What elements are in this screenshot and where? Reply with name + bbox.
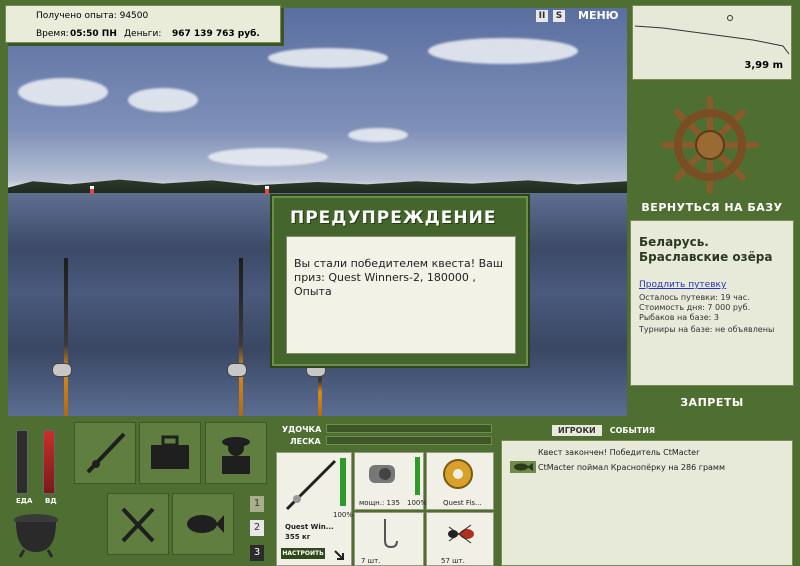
ship-wheel-icon[interactable] bbox=[660, 95, 760, 195]
fisherman-icon bbox=[222, 437, 250, 474]
cloud bbox=[428, 38, 578, 64]
reel-1 bbox=[52, 363, 72, 377]
line-slot[interactable]: Quest Fis... bbox=[426, 452, 494, 510]
line-name: Quest Fis... bbox=[443, 499, 482, 507]
vodka-bar bbox=[43, 430, 55, 494]
fishing-line-spool-icon bbox=[443, 459, 473, 489]
arrow-icon bbox=[334, 550, 344, 560]
fork-knife-icon bbox=[121, 507, 155, 543]
food-bar bbox=[16, 430, 28, 494]
dialog-message: Вы стали победителем квеста! Ваш приз: Q… bbox=[294, 257, 503, 298]
anglers-count: Рыбаков на базе: 3 bbox=[639, 313, 719, 322]
day-cost: Стоимость дня: 7 000 руб. bbox=[639, 303, 751, 312]
cloud bbox=[18, 78, 108, 106]
fishing-rod-2[interactable] bbox=[239, 258, 243, 416]
tackle-panel: УДОЧКА ЛЕСКА Quest Win... 355 кг 100% НА… bbox=[276, 416, 498, 566]
reel-durability-bar bbox=[415, 457, 420, 495]
reel-icon bbox=[369, 465, 395, 483]
time-label: Время: bbox=[36, 29, 69, 39]
money-label: Деньги: bbox=[124, 29, 162, 39]
rod-weight: 355 кг bbox=[285, 533, 311, 541]
bait-count: 57 шт. bbox=[441, 557, 465, 565]
events-panel: ИГРОКИ СОБЫТИЯ Квест закончен! Победител… bbox=[501, 425, 793, 566]
cloud bbox=[268, 48, 388, 68]
warning-dialog[interactable]: ПРЕДУПРЕЖДЕНИЕ Вы стали победителем квес… bbox=[272, 196, 528, 366]
tackle-box-icon bbox=[151, 435, 189, 469]
permit-remaining: Осталось путевки: 19 час. bbox=[639, 293, 750, 302]
xp-label: Получено опыта: 94500 bbox=[36, 11, 149, 21]
rod-durability-bar bbox=[340, 458, 346, 506]
location-name: Беларусь. Браславские озёра bbox=[639, 235, 773, 264]
character-tile[interactable] bbox=[205, 422, 267, 484]
fishing-rod-1[interactable] bbox=[64, 258, 68, 416]
rod-icon bbox=[285, 459, 337, 511]
reel-power: мощн.: 135 bbox=[359, 499, 400, 507]
tournaments-info: Турниры на базе: не объявлены bbox=[639, 325, 775, 334]
page-button-1[interactable]: 1 bbox=[250, 496, 264, 512]
location-panel: Беларусь. Браславские озёра Продлить пут… bbox=[630, 220, 794, 386]
rods-tile[interactable] bbox=[74, 422, 136, 484]
menu-button[interactable]: МЕНЮ bbox=[578, 9, 619, 22]
ant-bait-icon bbox=[448, 524, 474, 544]
rod-name: Quest Win... bbox=[285, 523, 334, 531]
cloud bbox=[128, 88, 198, 112]
tab-events[interactable]: СОБЫТИЯ bbox=[608, 425, 657, 436]
pause-button[interactable]: II bbox=[536, 10, 548, 22]
fish-icon bbox=[187, 515, 224, 533]
fish-icon bbox=[510, 461, 536, 473]
tackle-box-tile[interactable] bbox=[139, 422, 201, 484]
hook-slot[interactable]: 7 шт. bbox=[354, 512, 424, 566]
food-label: ЕДА bbox=[16, 497, 33, 505]
rod-bar-label: УДОЧКА bbox=[282, 425, 322, 434]
time-value: 05:50 ПН bbox=[70, 29, 117, 39]
page-button-2[interactable]: 2 bbox=[250, 520, 264, 536]
hook-icon bbox=[384, 519, 398, 549]
fish-tile[interactable] bbox=[172, 493, 234, 555]
cloud bbox=[348, 128, 408, 142]
float-buoy bbox=[90, 186, 94, 194]
page-button-3[interactable]: 3 bbox=[250, 545, 264, 561]
depth-graph: 3,99 m bbox=[632, 5, 792, 80]
bobber-marker bbox=[727, 15, 733, 21]
rod-percent: 100% bbox=[333, 511, 354, 519]
food-tile[interactable] bbox=[107, 493, 169, 555]
dialog-body: Вы стали победителем квеста! Ваш приз: Q… bbox=[286, 236, 516, 354]
line-tension-bar bbox=[326, 436, 492, 445]
depth-value: 3,99 m bbox=[744, 60, 783, 71]
cauldron-icon[interactable] bbox=[10, 510, 62, 558]
event-message: Квест закончен! Победитель CtMacter bbox=[538, 448, 700, 457]
tab-players[interactable]: ИГРОКИ bbox=[552, 425, 602, 436]
treeline bbox=[8, 179, 627, 194]
reel-2 bbox=[227, 363, 247, 377]
vodka-label: ВД bbox=[45, 497, 57, 505]
line-bar-label: ЛЕСКА bbox=[290, 437, 321, 446]
float-buoy bbox=[265, 186, 269, 194]
setup-button[interactable]: НАСТРОИТЬ bbox=[281, 548, 325, 559]
bans-button[interactable]: ЗАПРЕТЫ bbox=[632, 396, 792, 409]
fishing-rod-icon bbox=[86, 432, 126, 474]
rod-tension-bar bbox=[326, 424, 492, 433]
event-message: CtMacter поймал Краснопёрку на 286 грамм bbox=[538, 463, 725, 472]
cloud bbox=[208, 148, 328, 166]
dialog-title: ПРЕДУПРЕЖДЕНИЕ bbox=[290, 208, 497, 228]
extend-permit-link[interactable]: Продлить путевку bbox=[639, 280, 726, 290]
events-tabs: ИГРОКИ СОБЫТИЯ bbox=[552, 425, 657, 436]
sound-button[interactable]: S bbox=[553, 10, 565, 22]
hook-count: 7 шт. bbox=[361, 557, 381, 565]
return-to-base-button[interactable]: ВЕРНУТЬСЯ НА БАЗУ bbox=[632, 201, 792, 214]
bait-slot[interactable]: 57 шт. bbox=[426, 512, 494, 566]
reel-slot[interactable]: мощн.: 135 100% bbox=[354, 452, 428, 510]
hud-info-panel: Получено опыта: 94500 Время: 05:50 ПН Де… bbox=[5, 5, 281, 43]
money-value: 967 139 763 руб. bbox=[172, 29, 260, 39]
reel-percent: 100% bbox=[407, 499, 428, 507]
